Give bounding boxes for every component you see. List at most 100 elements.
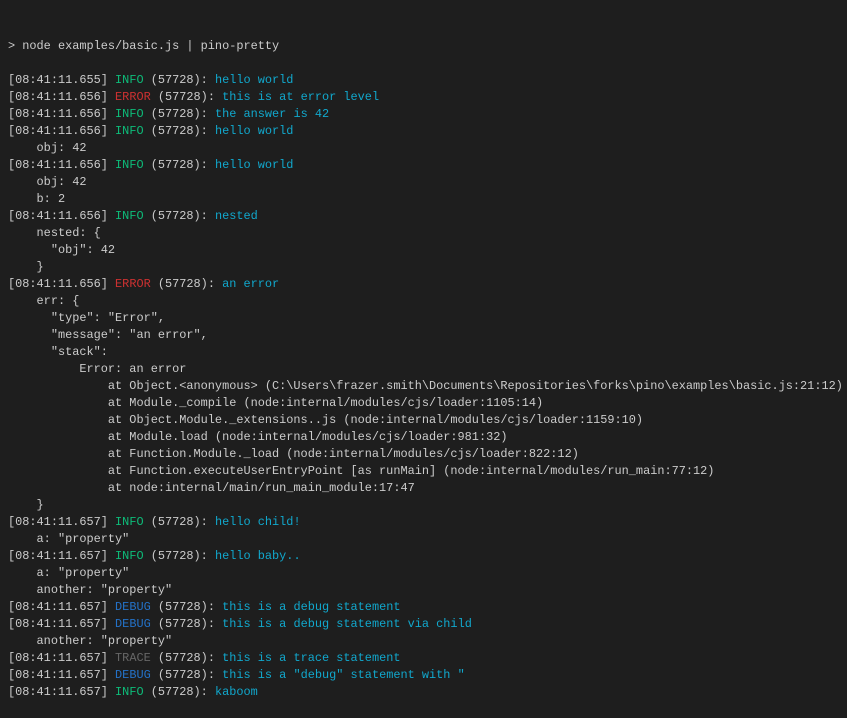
- log-pid: (57728):: [144, 515, 215, 529]
- log-message: hello world: [215, 158, 294, 172]
- log-detail-line: a: "property": [8, 531, 847, 548]
- log-text: "stack":: [8, 345, 108, 359]
- log-pid: (57728):: [144, 73, 215, 87]
- log-timestamp: [08:41:11.656]: [8, 124, 115, 138]
- log-message: hello baby..: [215, 549, 301, 563]
- terminal-output[interactable]: > node examples/basic.js | pino-pretty […: [0, 0, 847, 669]
- log-level: DEBUG: [115, 617, 151, 631]
- log-text: }: [8, 498, 44, 512]
- log-level: DEBUG: [115, 668, 151, 682]
- log-detail-line: at Object.Module._extensions..js (node:i…: [8, 412, 847, 429]
- log-timestamp: [08:41:11.656]: [8, 277, 115, 291]
- terminal-log-lines: > node examples/basic.js | pino-pretty […: [8, 38, 847, 701]
- log-message: hello world: [215, 73, 294, 87]
- log-line: [08:41:11.656] INFO (57728): the answer …: [8, 106, 847, 123]
- log-line: [08:41:11.657] INFO (57728): hello baby.…: [8, 548, 847, 565]
- log-text: at Module._compile (node:internal/module…: [8, 396, 543, 410]
- log-text: "type": "Error",: [8, 311, 165, 325]
- log-line: [08:41:11.657] DEBUG (57728): this is a …: [8, 616, 847, 633]
- log-pid: (57728):: [151, 277, 222, 291]
- log-line: [08:41:11.656] INFO (57728): nested: [8, 208, 847, 225]
- log-message: this is a "debug" statement with ": [222, 668, 465, 682]
- log-message: this is at error level: [222, 90, 379, 104]
- log-timestamp: [08:41:11.656]: [8, 90, 115, 104]
- log-level: ERROR: [115, 90, 151, 104]
- log-text: nested: {: [8, 226, 101, 240]
- log-message: an error: [222, 277, 279, 291]
- log-message: hello child!: [215, 515, 301, 529]
- log-detail-line: at Function.Module._load (node:internal/…: [8, 446, 847, 463]
- log-detail-line: at Object.<anonymous> (C:\Users\frazer.s…: [8, 378, 847, 395]
- log-text: another: "property": [8, 634, 172, 648]
- log-line: [08:41:11.655] INFO (57728): hello world: [8, 72, 847, 89]
- log-timestamp: [08:41:11.655]: [8, 73, 115, 87]
- log-text: obj: 42: [8, 141, 87, 155]
- log-detail-line: "stack":: [8, 344, 847, 361]
- log-text: Error: an error: [8, 362, 186, 376]
- log-pid: (57728):: [151, 600, 222, 614]
- log-text: at Function.Module._load (node:internal/…: [8, 447, 579, 461]
- log-timestamp: [08:41:11.656]: [8, 158, 115, 172]
- log-line: [08:41:11.656] INFO (57728): hello world: [8, 123, 847, 140]
- log-text: a: "property": [8, 566, 129, 580]
- log-line: [08:41:11.657] DEBUG (57728): this is a …: [8, 667, 847, 684]
- log-level: DEBUG: [115, 600, 151, 614]
- log-timestamp: [08:41:11.656]: [8, 107, 115, 121]
- log-text: err: {: [8, 294, 79, 308]
- log-timestamp: [08:41:11.657]: [8, 651, 115, 665]
- log-timestamp: [08:41:11.657]: [8, 600, 115, 614]
- log-text: b: 2: [8, 192, 65, 206]
- blank-line: [8, 55, 847, 72]
- log-detail-line: at Function.executeUserEntryPoint [as ru…: [8, 463, 847, 480]
- log-message: this is a debug statement: [222, 600, 400, 614]
- log-pid: (57728):: [151, 90, 222, 104]
- log-line: [08:41:11.657] INFO (57728): hello child…: [8, 514, 847, 531]
- log-timestamp: [08:41:11.657]: [8, 549, 115, 563]
- log-detail-line: Error: an error: [8, 361, 847, 378]
- log-detail-line: a: "property": [8, 565, 847, 582]
- log-pid: (57728):: [144, 124, 215, 138]
- log-timestamp: [08:41:11.657]: [8, 685, 115, 699]
- log-line: [08:41:11.656] ERROR (57728): an error: [8, 276, 847, 293]
- log-text: }: [8, 260, 44, 274]
- log-level: INFO: [115, 107, 144, 121]
- log-detail-line: obj: 42: [8, 174, 847, 191]
- log-level: INFO: [115, 209, 144, 223]
- command-line: > node examples/basic.js | pino-pretty: [8, 38, 847, 55]
- log-detail-line: "obj": 42: [8, 242, 847, 259]
- log-detail-line: err: {: [8, 293, 847, 310]
- log-text: at Module.load (node:internal/modules/cj…: [8, 430, 508, 444]
- log-detail-line: at Module.load (node:internal/modules/cj…: [8, 429, 847, 446]
- log-pid: (57728):: [151, 651, 222, 665]
- log-timestamp: [08:41:11.657]: [8, 617, 115, 631]
- log-text: at Function.executeUserEntryPoint [as ru…: [8, 464, 714, 478]
- log-level: INFO: [115, 685, 144, 699]
- log-detail-line: at Module._compile (node:internal/module…: [8, 395, 847, 412]
- log-pid: (57728):: [144, 209, 215, 223]
- log-detail-line: }: [8, 259, 847, 276]
- log-text: > node examples/basic.js | pino-pretty: [8, 39, 279, 53]
- log-line: [08:41:11.656] INFO (57728): hello world: [8, 157, 847, 174]
- log-text: at Object.Module._extensions..js (node:i…: [8, 413, 643, 427]
- log-text: a: "property": [8, 532, 129, 546]
- log-detail-line: another: "property": [8, 633, 847, 650]
- log-detail-line: nested: {: [8, 225, 847, 242]
- log-level: INFO: [115, 549, 144, 563]
- log-pid: (57728):: [151, 617, 222, 631]
- log-line: [08:41:11.657] TRACE (57728): this is a …: [8, 650, 847, 667]
- log-pid: (57728):: [144, 685, 215, 699]
- log-line: [08:41:11.657] INFO (57728): kaboom: [8, 684, 847, 701]
- log-message: this is a debug statement via child: [222, 617, 472, 631]
- log-detail-line: b: 2: [8, 191, 847, 208]
- log-detail-line: }: [8, 497, 847, 514]
- log-text: at Object.<anonymous> (C:\Users\frazer.s…: [8, 379, 843, 393]
- log-pid: (57728):: [144, 549, 215, 563]
- log-detail-line: "message": "an error",: [8, 327, 847, 344]
- log-detail-line: another: "property": [8, 582, 847, 599]
- log-text: obj: 42: [8, 175, 87, 189]
- log-message: kaboom: [215, 685, 258, 699]
- log-timestamp: [08:41:11.657]: [8, 668, 115, 682]
- log-pid: (57728):: [151, 668, 222, 682]
- log-line: [08:41:11.656] ERROR (57728): this is at…: [8, 89, 847, 106]
- log-text: another: "property": [8, 583, 172, 597]
